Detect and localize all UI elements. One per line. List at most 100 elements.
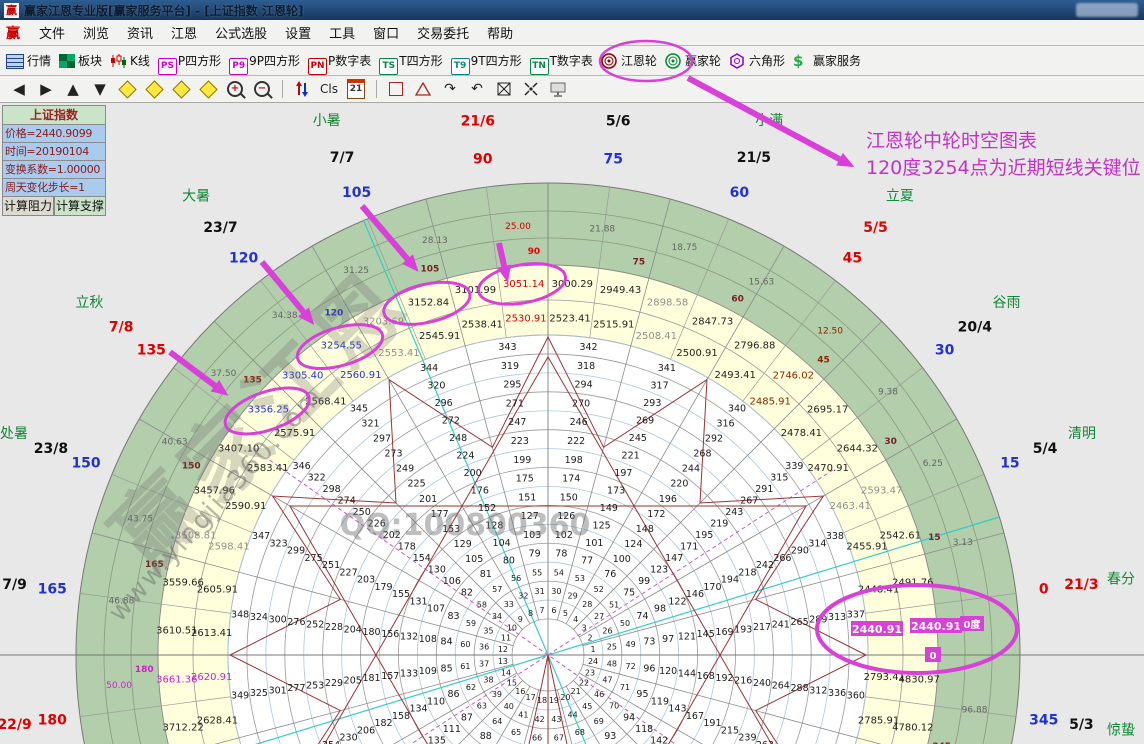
menu-item-8[interactable]: 交易委托 — [408, 24, 478, 45]
svg-text:203: 203 — [357, 575, 375, 586]
diamond-right-button[interactable] — [141, 78, 167, 100]
toolbar-item-六角形[interactable]: 六角形 — [729, 52, 785, 69]
titlebar: 赢 赢家江恩专业版[赢家服务平台] - [上证指数 江恩轮] — [0, 0, 1144, 20]
svg-text:15: 15 — [928, 533, 941, 543]
svg-text:275: 275 — [305, 553, 323, 564]
toolbar-item-行情[interactable]: 行情 — [6, 52, 51, 69]
svg-text:58: 58 — [477, 600, 487, 609]
toolbar-item-江恩轮[interactable]: 江恩轮 — [601, 52, 657, 69]
svg-text:301: 301 — [269, 686, 287, 697]
toolbar-item-label: 9P四方形 — [249, 52, 300, 69]
magenta-annotation-text: 江恩轮中轮时空图表 120度3254点为近期短线关键位 — [866, 128, 1141, 182]
svg-text:22/9: 22/9 — [0, 717, 32, 733]
coef-row: 变换系数=1.00000 — [2, 161, 106, 179]
svg-text:3610.51: 3610.51 — [156, 626, 197, 637]
letter-box-icon: PS — [158, 53, 175, 69]
converge-tool-button[interactable] — [518, 78, 544, 100]
svg-text:319: 319 — [501, 361, 519, 372]
nav-down-button[interactable]: ▼ — [87, 78, 113, 100]
window-controls[interactable] — [1076, 3, 1138, 17]
svg-text:97: 97 — [662, 634, 674, 645]
calendar-button[interactable]: 21 — [343, 78, 369, 100]
calc-support-button[interactable]: 计算支撑 — [54, 197, 106, 216]
menu-item-2[interactable]: 资讯 — [118, 24, 162, 45]
svg-text:2538.41: 2538.41 — [462, 319, 503, 330]
svg-text:313: 313 — [828, 612, 846, 623]
screen-tool-button[interactable] — [545, 78, 571, 100]
toolbar-item-P四方形[interactable]: PSP四方形 — [158, 52, 221, 69]
svg-text:246: 246 — [570, 417, 588, 428]
toolbar-item-板块[interactable]: 板块 — [59, 52, 102, 69]
svg-text:171: 171 — [680, 542, 698, 553]
menu-item-6[interactable]: 工具 — [320, 24, 364, 45]
svg-text:109: 109 — [419, 666, 437, 677]
rotate-cw-button[interactable]: ↷ — [437, 78, 463, 100]
square-tool-button[interactable] — [383, 78, 409, 100]
zoom-in-button[interactable]: + — [222, 78, 248, 100]
toolbar-item-K线[interactable]: K线 — [110, 52, 150, 69]
svg-text:75: 75 — [604, 151, 623, 167]
svg-text:25.00: 25.00 — [505, 222, 531, 232]
nav-left-button[interactable]: ◀ — [6, 78, 32, 100]
svg-text:85: 85 — [441, 663, 453, 674]
menu-item-7[interactable]: 窗口 — [364, 24, 408, 45]
svg-text:176: 176 — [471, 486, 489, 497]
calc-resistance-button[interactable]: 计算阻力 — [2, 197, 54, 216]
menu-item-4[interactable]: 公式选股 — [206, 24, 276, 45]
gann-wheel[interactable]: 1234567891011121314151617181920212223242… — [0, 103, 1144, 744]
svg-text:2542.61: 2542.61 — [880, 530, 921, 541]
svg-text:220: 220 — [670, 479, 688, 490]
toolbar-item-T数字表[interactable]: TNT数字表 — [530, 52, 593, 69]
nav-right-button[interactable]: ▶ — [33, 78, 59, 100]
svg-text:75: 75 — [633, 257, 646, 267]
cls-button[interactable]: Cls — [316, 78, 342, 100]
svg-text:65: 65 — [511, 728, 521, 737]
toolbar-item-9T四方形[interactable]: T99T四方形 — [451, 52, 522, 69]
menu-item-5[interactable]: 设置 — [276, 24, 320, 45]
svg-text:1: 1 — [591, 645, 596, 654]
toolbar-item-label: 行情 — [27, 52, 51, 69]
annotation-line2: 120度3254点为近期短线关键位 — [866, 155, 1141, 182]
menu-item-1[interactable]: 浏览 — [74, 24, 118, 45]
svg-text:157: 157 — [381, 671, 399, 682]
toolbar-item-label: 赢家服务 — [813, 52, 861, 69]
svg-text:立夏: 立夏 — [886, 188, 914, 204]
svg-text:219: 219 — [710, 519, 728, 530]
svg-text:2493.41: 2493.41 — [715, 370, 756, 381]
svg-text:119: 119 — [651, 696, 669, 707]
toolbar-item-T四方形[interactable]: TST四方形 — [379, 52, 442, 69]
menu-item-0[interactable]: 文件 — [30, 24, 74, 45]
xbox-tool-button[interactable] — [491, 78, 517, 100]
svg-text:322: 322 — [308, 472, 326, 483]
svg-text:296: 296 — [435, 398, 453, 409]
svg-text:2478.41: 2478.41 — [781, 428, 822, 439]
toolbar-item-P数字表[interactable]: PNP数字表 — [308, 52, 371, 69]
toolbar-item-赢家轮[interactable]: 赢家轮 — [665, 52, 721, 69]
zoom-out-button[interactable]: − — [249, 78, 275, 100]
svg-text:80: 80 — [503, 556, 515, 567]
rotate-ccw-button[interactable]: ↶ — [464, 78, 490, 100]
diamond-up-button[interactable] — [168, 78, 194, 100]
svg-text:241: 241 — [772, 619, 790, 630]
menu-item-3[interactable]: 江恩 — [162, 24, 206, 45]
svg-text:52: 52 — [594, 585, 604, 594]
nav-up-button[interactable]: ▲ — [60, 78, 86, 100]
toolbar-item-赢家服务[interactable]: $赢家服务 — [793, 52, 861, 69]
svg-text:21/5: 21/5 — [737, 150, 771, 166]
svg-text:266: 266 — [773, 553, 791, 564]
winner-wheel-icon — [665, 53, 682, 69]
updown-arrows-button[interactable] — [289, 78, 315, 100]
svg-text:2898.58: 2898.58 — [647, 298, 688, 309]
instrument-panel: 上证指数 价格=2440.9099 时间=20190104 变换系数=1.000… — [2, 105, 106, 216]
svg-text:169: 169 — [715, 627, 733, 638]
diamond-down-button[interactable] — [195, 78, 221, 100]
menu-item-9[interactable]: 帮助 — [478, 24, 522, 45]
svg-text:28: 28 — [582, 600, 592, 609]
triangle-tool-button[interactable] — [410, 78, 436, 100]
svg-text:289: 289 — [809, 614, 827, 625]
svg-text:2508.41: 2508.41 — [636, 331, 677, 342]
svg-text:20/4: 20/4 — [958, 319, 993, 335]
svg-text:100: 100 — [613, 554, 631, 565]
toolbar-item-9P四方形[interactable]: P99P四方形 — [229, 52, 300, 69]
diamond-left-button[interactable] — [114, 78, 140, 100]
